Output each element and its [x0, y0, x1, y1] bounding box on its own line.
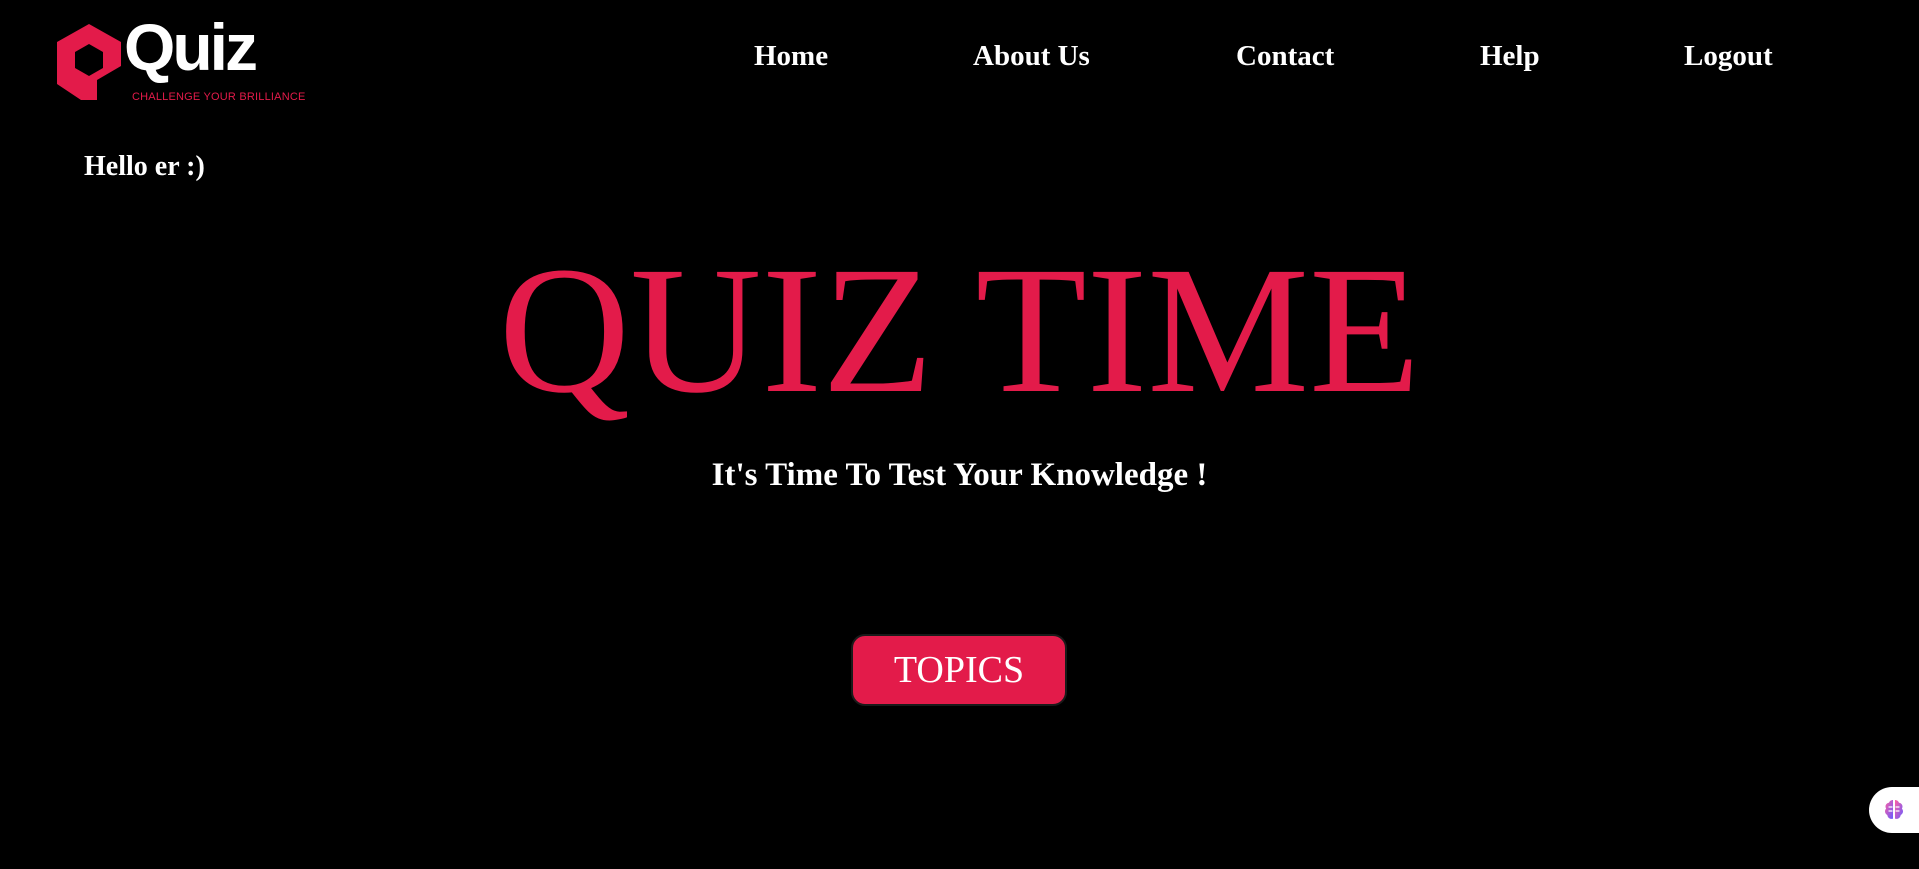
- user-greeting: Hello er :): [84, 151, 205, 182]
- nav-contact-link[interactable]: Contact: [1236, 40, 1334, 73]
- nav-help-link[interactable]: Help: [1480, 40, 1540, 73]
- nav-logout-link[interactable]: Logout: [1684, 40, 1773, 73]
- topics-button[interactable]: TOPICS: [851, 634, 1067, 706]
- nav-about-us-link[interactable]: About Us: [973, 40, 1090, 73]
- nav-home-link[interactable]: Home: [754, 40, 828, 73]
- main-nav: Home About Us Contact Help Logout: [0, 40, 1919, 84]
- hero-subtitle: It's Time To Test Your Knowledge !: [711, 457, 1208, 493]
- logo-tagline: CHALLENGE YOUR BRILLIANCE: [132, 91, 306, 103]
- brain-icon: [1885, 800, 1903, 819]
- assistant-button[interactable]: [1869, 787, 1919, 833]
- hero-title: QUIZ TIME: [498, 230, 1421, 431]
